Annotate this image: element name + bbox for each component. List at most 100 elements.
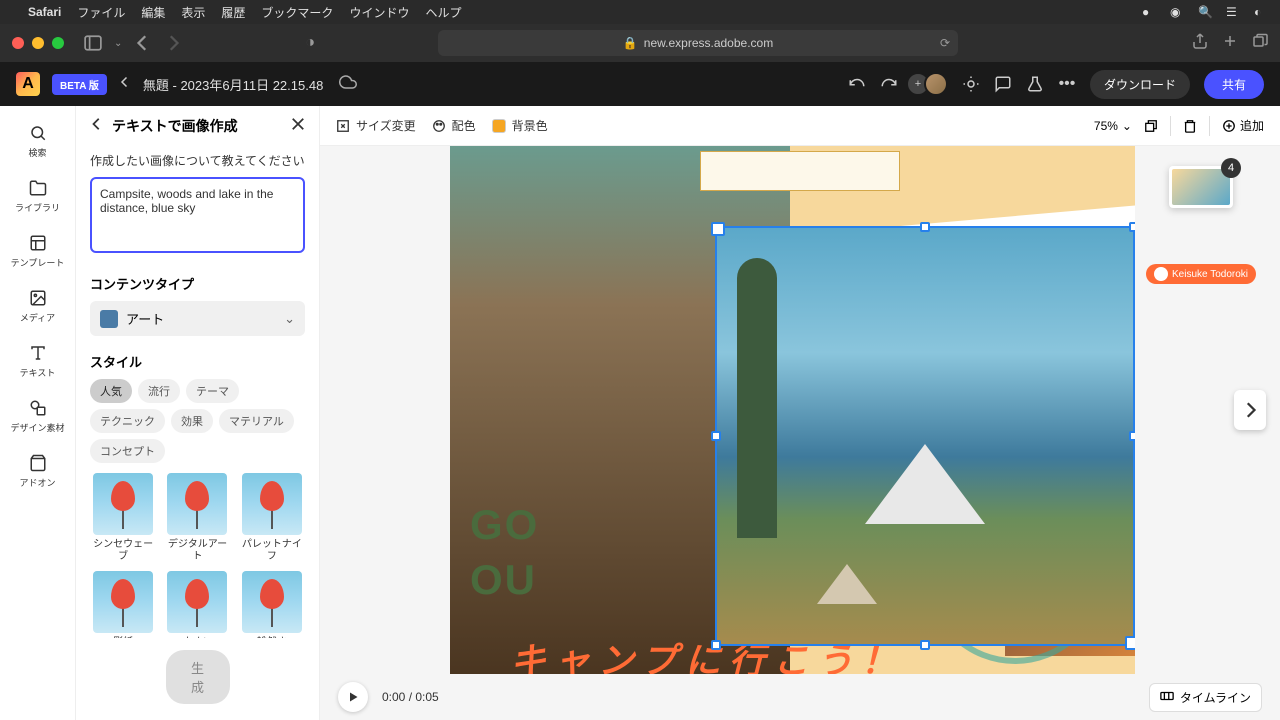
selection-handle[interactable]: [711, 431, 721, 441]
selected-generated-image[interactable]: [715, 226, 1135, 646]
nav-rail: 検索 ライブラリ テンプレート メディア テキスト デザイン素材 アドオン: [0, 106, 76, 720]
canvas-viewport[interactable]: GO OU キャンプに行こう！ 4: [320, 146, 1280, 674]
header-back-button[interactable]: [119, 75, 131, 93]
style-item[interactable]: デジタルアート: [164, 473, 230, 563]
style-item[interactable]: シンセウェーブ: [90, 473, 156, 563]
time-total: 0:05: [415, 690, 438, 704]
style-item[interactable]: パレットナイフ: [239, 473, 305, 563]
art-title-box[interactable]: [700, 151, 900, 191]
share-button[interactable]: 共有: [1204, 70, 1264, 99]
panel-close-button[interactable]: [291, 117, 305, 136]
download-button[interactable]: ダウンロード: [1090, 70, 1190, 99]
prompt-input[interactable]: [90, 177, 305, 253]
bgcolor-swatch: [492, 119, 506, 133]
macos-menubar: Safari ファイル 編集 表示 履歴 ブックマーク ウインドウ ヘルプ ● …: [0, 0, 1280, 24]
siri-icon[interactable]: ◐: [1254, 5, 1268, 19]
selection-handle[interactable]: [1129, 222, 1135, 232]
beaker-icon[interactable]: [1026, 75, 1044, 93]
collaborator-avatars[interactable]: +: [912, 72, 948, 96]
refresh-icon[interactable]: ⟳: [940, 36, 950, 50]
new-tab-icon[interactable]: [1222, 33, 1238, 54]
timeline-icon: [1160, 689, 1174, 706]
nav-back-button[interactable]: [134, 34, 152, 52]
art-tree: [737, 258, 777, 538]
tabs-icon[interactable]: [1252, 33, 1268, 54]
adobe-express-logo[interactable]: A: [16, 72, 40, 96]
share-icon[interactable]: [1192, 33, 1208, 54]
selection-handle[interactable]: [711, 640, 721, 650]
menu-bookmarks[interactable]: ブックマーク: [261, 4, 333, 21]
style-chip-effect[interactable]: 効果: [171, 409, 213, 433]
content-type-select[interactable]: アート ⌄: [90, 301, 305, 336]
duplicate-icon[interactable]: [1144, 119, 1158, 133]
control-center-icon[interactable]: ☰: [1226, 5, 1240, 19]
document-title[interactable]: 無題 - 2023年6月11日 22.15.48: [143, 75, 323, 94]
style-item[interactable]: 彫紙: [90, 571, 156, 638]
zoom-control[interactable]: 75% ⌄: [1094, 119, 1132, 133]
menu-edit[interactable]: 編集: [141, 4, 165, 21]
generate-button[interactable]: 生成: [166, 650, 230, 704]
add-page-button[interactable]: 追加: [1222, 117, 1264, 134]
mic-icon[interactable]: ●: [1142, 5, 1156, 19]
style-chip-theme[interactable]: テーマ: [186, 379, 239, 403]
record-icon[interactable]: ◉: [1170, 5, 1184, 19]
user-avatar[interactable]: [924, 72, 948, 96]
nav-addons[interactable]: アドオン: [0, 444, 75, 499]
style-chip-material[interactable]: マテリアル: [219, 409, 294, 433]
resize-button[interactable]: サイズ変更: [336, 117, 416, 134]
artboard[interactable]: GO OU キャンプに行こう！: [450, 146, 1135, 674]
more-icon[interactable]: •••: [1058, 75, 1076, 93]
style-item[interactable]: ネオン: [164, 571, 230, 638]
selection-handle[interactable]: [920, 640, 930, 650]
menu-help[interactable]: ヘルプ: [425, 4, 461, 21]
nav-library[interactable]: ライブラリ: [0, 169, 75, 224]
redo-button[interactable]: [880, 75, 898, 93]
art-text-go[interactable]: GO: [470, 501, 539, 549]
play-button[interactable]: [338, 682, 368, 712]
minimize-window-button[interactable]: [32, 37, 44, 49]
undo-button[interactable]: [848, 75, 866, 93]
menu-file[interactable]: ファイル: [77, 4, 125, 21]
canvas-area: サイズ変更 配色 背景色 75% ⌄ 追: [320, 106, 1280, 720]
delete-icon[interactable]: [1183, 119, 1197, 133]
art-mountain: [825, 444, 1025, 524]
style-name: シンセウェーブ: [90, 539, 156, 563]
selection-handle[interactable]: [920, 222, 930, 232]
window-controls[interactable]: [12, 37, 64, 49]
nav-label: アドオン: [19, 476, 55, 489]
selection-handle[interactable]: [1129, 431, 1135, 441]
next-page-button[interactable]: [1234, 390, 1266, 430]
sidebar-toggle-icon[interactable]: [84, 34, 102, 52]
nav-templates[interactable]: テンプレート: [0, 224, 75, 279]
resize-label: サイズ変更: [356, 117, 416, 134]
nav-elements[interactable]: デザイン素材: [0, 389, 75, 444]
menubar-app-name[interactable]: Safari: [28, 5, 61, 19]
nav-text[interactable]: テキスト: [0, 334, 75, 389]
cloud-sync-icon[interactable]: [339, 73, 357, 96]
recolor-button[interactable]: 配色: [432, 117, 476, 134]
comment-icon[interactable]: [994, 75, 1012, 93]
menu-history[interactable]: 履歴: [221, 4, 245, 21]
sidebar-dropdown-icon[interactable]: ⌄: [114, 38, 122, 49]
nav-media[interactable]: メディア: [0, 279, 75, 334]
nav-search[interactable]: 検索: [0, 114, 75, 169]
style-chip-popular[interactable]: 人気: [90, 379, 132, 403]
art-text-ou[interactable]: OU: [470, 556, 537, 604]
menu-view[interactable]: 表示: [181, 4, 205, 21]
search-icon[interactable]: 🔍: [1198, 5, 1212, 19]
style-item[interactable]: 雑然さ: [239, 571, 305, 638]
url-bar[interactable]: 🔒 new.express.adobe.com ⟳: [438, 30, 958, 56]
style-chip-technique[interactable]: テクニック: [90, 409, 165, 433]
shield-icon[interactable]: ◑: [305, 34, 315, 52]
close-window-button[interactable]: [12, 37, 24, 49]
style-chip-concept[interactable]: コンセプト: [90, 439, 165, 463]
panel-back-button[interactable]: [90, 117, 104, 136]
thumbnail-stack[interactable]: 4: [1169, 166, 1233, 208]
timeline-button[interactable]: タイムライン: [1149, 683, 1262, 712]
tips-icon[interactable]: [962, 75, 980, 93]
maximize-window-button[interactable]: [52, 37, 64, 49]
bgcolor-button[interactable]: 背景色: [492, 117, 548, 134]
page-thumbnails[interactable]: 4 Keisuke Todoroki: [1146, 166, 1256, 284]
menu-window[interactable]: ウインドウ: [349, 4, 409, 21]
style-chip-trend[interactable]: 流行: [138, 379, 180, 403]
